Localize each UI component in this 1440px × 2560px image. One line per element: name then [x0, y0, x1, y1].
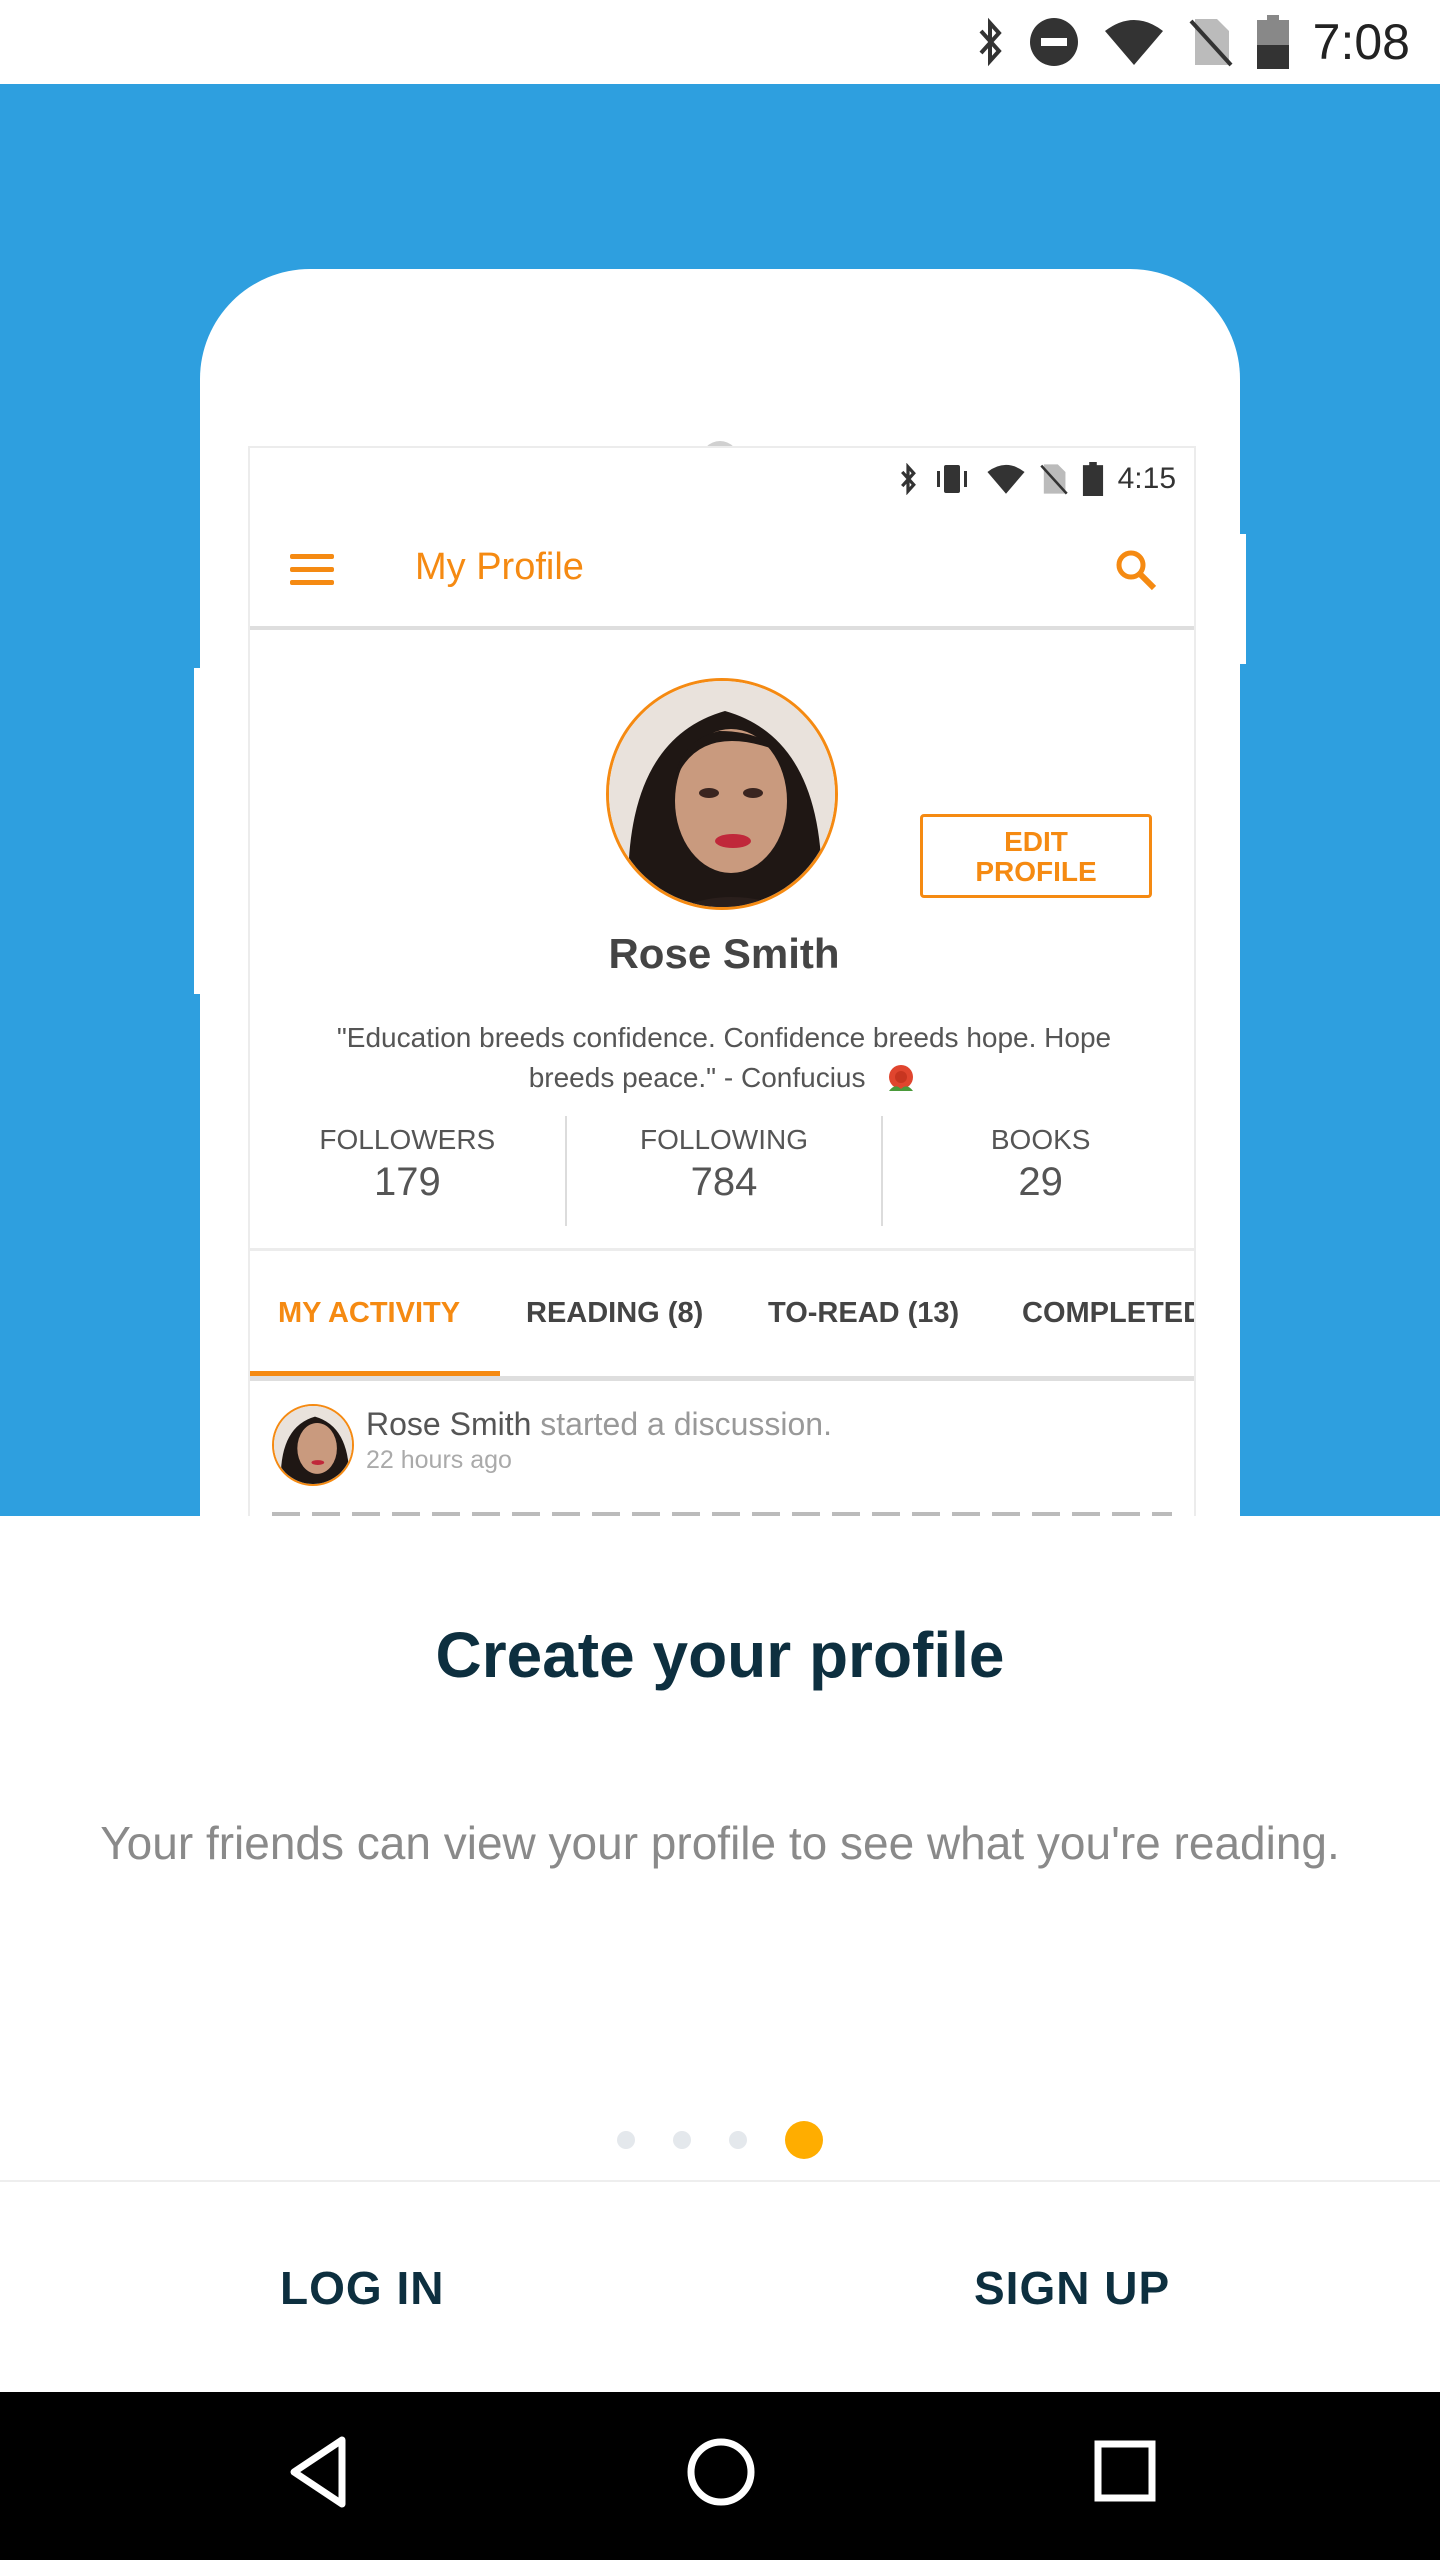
wifi-icon	[1104, 20, 1163, 65]
tab-reading: READING (8)	[526, 1297, 704, 1329]
page-indicator	[0, 2120, 1440, 2160]
no-sim-icon	[1039, 464, 1068, 495]
inner-toolbar-title: My Profile	[415, 546, 584, 588]
vibrate-icon	[936, 465, 967, 493]
stat-label: FOLLOWERS	[319, 1124, 496, 1155]
stat-value: 784	[690, 1160, 758, 1204]
phone-screen: 4:15 My Profile EDIT PROFILE Rose Smith …	[248, 446, 1196, 1516]
stat-label: FOLLOWING	[640, 1124, 809, 1155]
feed-avatar	[272, 1404, 354, 1486]
onboarding-title: Create your profile	[435, 1619, 1005, 1691]
inner-status-bar: 4:15	[898, 456, 1176, 502]
tab-completed: COMPLETED	[1022, 1297, 1196, 1329]
page-dot-3[interactable]	[729, 2131, 747, 2149]
tab-to-read: TO-READ (13)	[768, 1297, 960, 1329]
onboarding-description: Your friends can view your profile to se…	[100, 1817, 1340, 1869]
feed-timestamp: 22 hours ago	[366, 1446, 512, 1474]
inner-toolbar: My Profile	[250, 510, 1194, 630]
edit-profile-button: EDIT PROFILE	[920, 814, 1152, 898]
feed-user: Rose Smith	[366, 1406, 532, 1442]
do-not-disturb-icon	[1029, 18, 1078, 66]
clock: 7:08	[1312, 14, 1410, 70]
profile-avatar	[606, 678, 838, 910]
feed-action: started a discussion.	[540, 1406, 832, 1442]
status-icons: 7:08	[975, 0, 1410, 84]
bluetooth-icon	[979, 17, 1002, 67]
stat-label: BOOKS	[990, 1124, 1091, 1155]
activity-feed-item: Rose Smith started a discussion. 22 hour…	[250, 1386, 1194, 1516]
profile-quote: "Education breeds confidence. Confidence…	[310, 1018, 1138, 1098]
profile-name: Rose Smith	[608, 930, 840, 977]
back-icon[interactable]	[284, 2432, 350, 2512]
page-dot-2[interactable]	[673, 2131, 691, 2149]
bluetooth-icon	[900, 463, 916, 495]
stat-followers: FOLLOWERS 179	[250, 1116, 565, 1226]
edit-profile-label: EDIT PROFILE	[975, 826, 1097, 887]
recents-icon[interactable]	[1092, 2432, 1158, 2512]
signup-button[interactable]: SIGN UP	[974, 2182, 1170, 2394]
menu-icon	[290, 554, 334, 586]
system-navigation-bar	[0, 2392, 1440, 2560]
feed-text-cutoff	[272, 1512, 1172, 1516]
auth-action-bar: LOG IN SIGN UP	[0, 2180, 1440, 2392]
search-icon	[1116, 550, 1157, 591]
phone-side-button	[194, 668, 204, 994]
battery-icon	[1256, 15, 1289, 69]
wifi-icon	[987, 464, 1025, 494]
status-bar: 7:08	[0, 0, 1440, 84]
profile-quote-text: "Education breeds confidence. Confidence…	[336, 1022, 1112, 1093]
battery-icon	[1082, 462, 1103, 496]
phone-power-button	[1236, 534, 1246, 664]
profile-tabs: MY ACTIVITY READING (8) TO-READ (13) COM…	[250, 1251, 1196, 1381]
home-icon[interactable]	[686, 2432, 756, 2512]
stat-value: 29	[1018, 1160, 1063, 1204]
page-dot-1[interactable]	[617, 2131, 635, 2149]
active-tab-indicator	[250, 1371, 500, 1376]
stat-books: BOOKS 29	[881, 1116, 1194, 1226]
page-dot-4-active[interactable]	[785, 2121, 823, 2159]
profile-stats: FOLLOWERS 179 FOLLOWING 784 BOOKS 29	[250, 1116, 1194, 1226]
hero-illustration: 4:15 My Profile EDIT PROFILE Rose Smith …	[0, 84, 1440, 1516]
no-sim-icon	[1189, 19, 1233, 67]
login-button[interactable]: LOG IN	[280, 2182, 444, 2394]
inner-clock: 4:15	[1117, 462, 1176, 495]
stat-following: FOLLOWING 784	[564, 1116, 882, 1226]
rose-icon	[889, 1064, 914, 1091]
stat-value: 179	[373, 1160, 441, 1204]
tab-my-activity: MY ACTIVITY	[278, 1297, 461, 1329]
feed-text: Rose Smith started a discussion.	[366, 1406, 832, 1443]
